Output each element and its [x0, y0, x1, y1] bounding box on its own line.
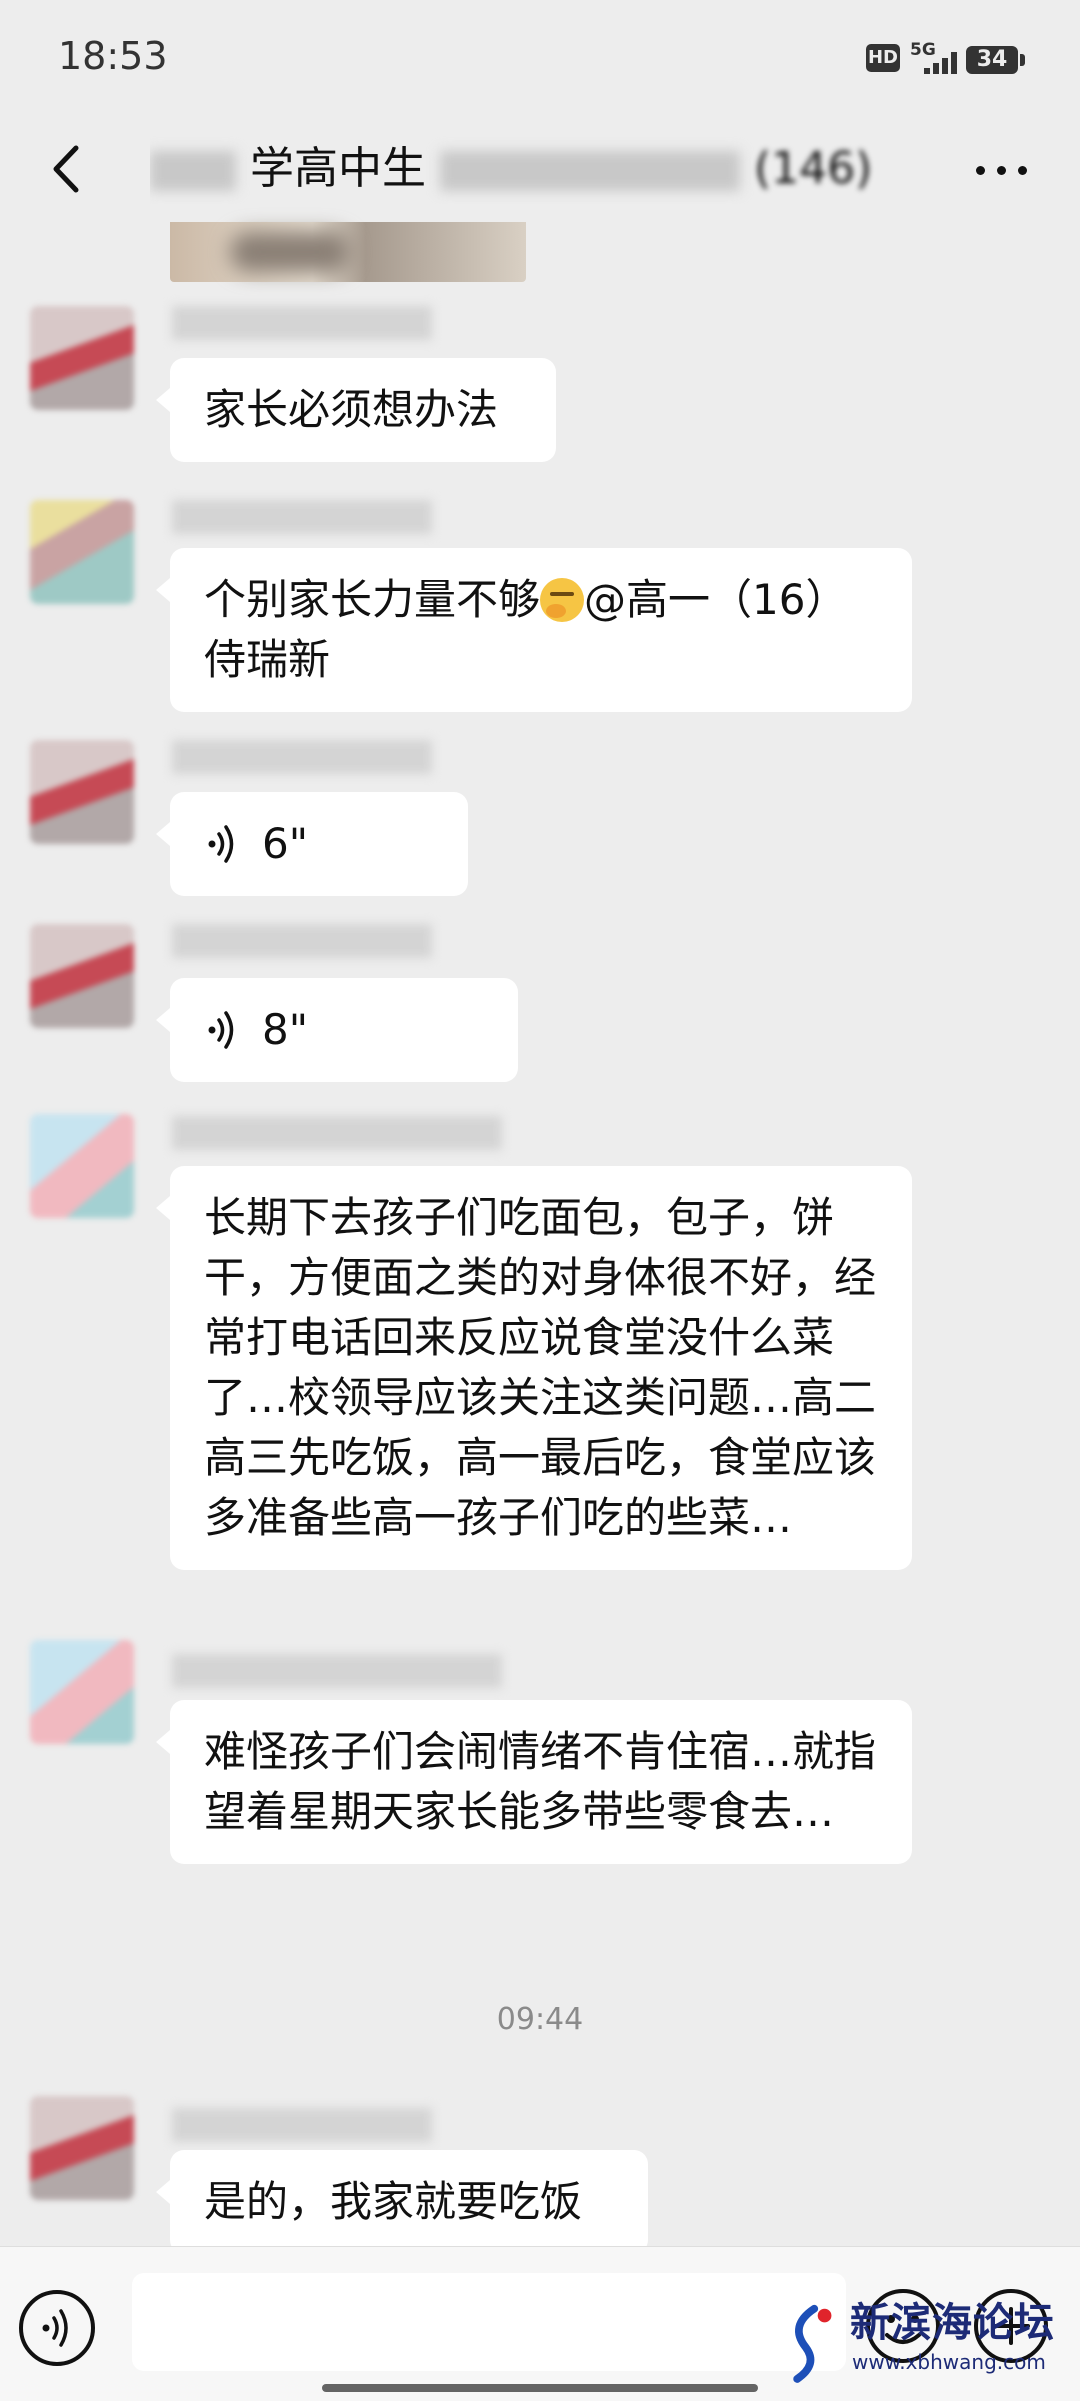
- avatar[interactable]: [30, 2096, 134, 2200]
- voice-message[interactable]: 6": [156, 792, 468, 896]
- battery-icon: 34: [966, 46, 1018, 74]
- avatar[interactable]: [30, 500, 134, 604]
- voice-wave-icon: [208, 1011, 234, 1049]
- message-timestamp: 09:44: [496, 2002, 584, 2037]
- hd-badge: HD: [866, 44, 900, 72]
- sender-name-redacted: [172, 306, 432, 340]
- sender-name-redacted: [172, 740, 432, 774]
- group-title-text: 学高中生: [250, 143, 426, 194]
- redacted-text: [440, 151, 740, 191]
- home-indicator[interactable]: [322, 2384, 758, 2392]
- group-member-count: (146): [754, 143, 873, 194]
- message-text: 难怪孩子们会闹情绪不肯住宿…就指望着星期天家长能多带些零食去…: [204, 1727, 877, 1836]
- voice-wave-icon: [208, 825, 234, 863]
- avatar[interactable]: [30, 1114, 134, 1218]
- group-title[interactable]: 学高中生 (146): [150, 134, 900, 204]
- watermark-title: 新滨海论坛: [850, 2300, 1055, 2346]
- status-bar: 18:53 HD 5G 34: [0, 0, 1080, 120]
- message-bubble[interactable]: 家长必须想办法: [156, 358, 556, 462]
- message-bubble[interactable]: 个别家长力量不够 @高一（16）侍瑞新: [156, 548, 912, 712]
- avatar[interactable]: [30, 924, 134, 1028]
- signal-icon: [924, 52, 960, 74]
- thinking-emoji-icon: [540, 578, 585, 622]
- voice-duration: 8": [262, 1005, 309, 1054]
- battery-tip: [1020, 54, 1025, 66]
- avatar[interactable]: [30, 740, 134, 844]
- message-text: 个别家长力量不够: [204, 575, 541, 624]
- voice-duration: 6": [262, 819, 309, 868]
- sender-name-redacted: [172, 2108, 432, 2142]
- message-bubble[interactable]: 难怪孩子们会闹情绪不肯住宿…就指望着星期天家长能多带些零食去…: [156, 1700, 912, 1864]
- status-time: 18:53: [58, 34, 168, 78]
- more-icon[interactable]: [972, 144, 1032, 194]
- avatar[interactable]: [30, 1640, 134, 1744]
- voice-input-icon[interactable]: [14, 2285, 100, 2371]
- redacted-text: [150, 151, 236, 191]
- chat-header: 学高中生 (146): [0, 120, 1080, 220]
- sender-name-redacted: [172, 1654, 502, 1688]
- message-text: 长期下去孩子们吃面包，包子，饼干，方便面之类的对身体很不好，经常打电话回来反应说…: [204, 1193, 877, 1542]
- site-watermark: 新滨海论坛 www.xbhwang.com: [780, 2290, 1080, 2400]
- message-bubble[interactable]: 是的，我家就要吃饭: [156, 2150, 648, 2254]
- avatar[interactable]: [30, 306, 134, 410]
- back-icon[interactable]: [34, 134, 104, 204]
- watermark-url: www.xbhwang.com: [852, 2350, 1046, 2374]
- message-text: 家长必须想办法: [204, 385, 499, 434]
- voice-message[interactable]: 8": [156, 978, 518, 1082]
- sender-name-redacted: [172, 924, 432, 958]
- message-text: 是的，我家就要吃饭: [204, 2177, 583, 2226]
- sender-name-redacted: [172, 500, 432, 534]
- message-input[interactable]: [132, 2273, 846, 2371]
- sender-name-redacted: [172, 1116, 502, 1150]
- watermark-logo: [793, 2304, 832, 2383]
- image-message[interactable]: [170, 222, 526, 282]
- message-bubble[interactable]: 长期下去孩子们吃面包，包子，饼干，方便面之类的对身体很不好，经常打电话回来反应说…: [156, 1166, 912, 1570]
